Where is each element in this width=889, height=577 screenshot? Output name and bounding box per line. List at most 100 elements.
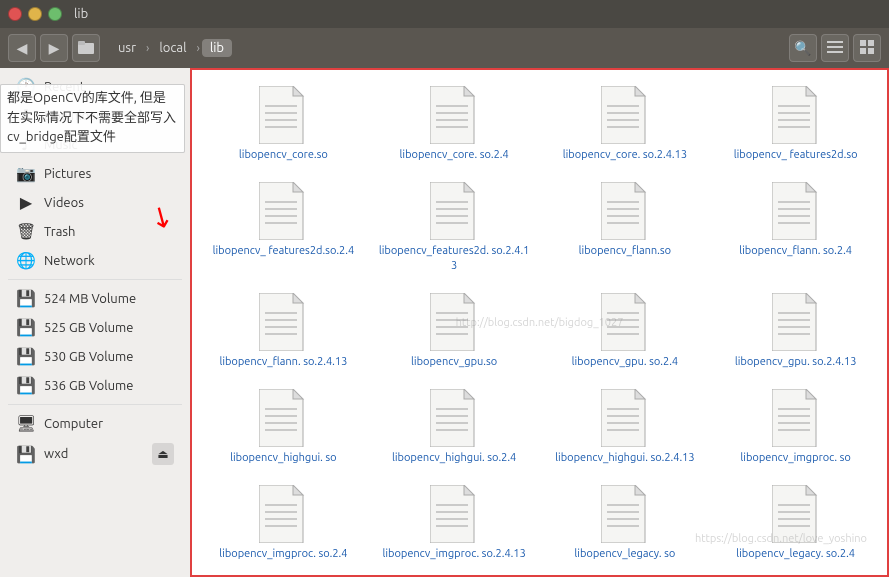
sidebar-item-vol1[interactable]: 💾 524 MB Volume bbox=[4, 284, 186, 313]
sidebar-item-videos[interactable]: ▶ Videos bbox=[4, 188, 186, 217]
computer-icon: 🖥 bbox=[16, 414, 36, 433]
sidebar-item-vol2[interactable]: 💾 525 GB Volume bbox=[4, 313, 186, 342]
file-icon bbox=[601, 389, 649, 447]
file-item[interactable]: libopencv_gpu.so bbox=[373, 287, 536, 375]
list-view-icon bbox=[827, 40, 843, 56]
file-name: libopencv_highgui. so.2.4.13 bbox=[555, 451, 694, 465]
file-item[interactable]: libopencv_legacy. so bbox=[544, 479, 707, 567]
file-name: libopencv_core. so.2.4.13 bbox=[563, 148, 687, 162]
eject-button[interactable]: ⏏ bbox=[152, 443, 174, 465]
list-view-button[interactable] bbox=[821, 34, 849, 62]
sidebar-item-recent[interactable]: 🕐 Recent bbox=[4, 72, 186, 101]
folder-icon bbox=[78, 40, 94, 57]
search-button[interactable]: 🔍 bbox=[789, 34, 817, 62]
sidebar-item-vol3[interactable]: 💾 530 GB Volume bbox=[4, 342, 186, 371]
file-item[interactable]: libopencv_highgui. so.2.4.13 bbox=[544, 383, 707, 471]
recent-icon: 🕐 bbox=[16, 77, 36, 96]
file-name: libopencv_legacy. so bbox=[574, 547, 675, 561]
file-item[interactable]: libopencv_features2d. so.2.4.13 bbox=[373, 176, 536, 279]
back-button[interactable]: ◀ bbox=[8, 34, 36, 62]
main-area: 🕐 Recent 都是OpenCV的库文件, 但是在实际情况下不需要全部写入cv… bbox=[0, 68, 889, 577]
volume-icon-2: 💾 bbox=[16, 318, 36, 337]
file-icon bbox=[259, 485, 307, 543]
toolbar: ◀ ▶ usr › local › lib 🔍 bbox=[0, 28, 889, 68]
file-icon bbox=[430, 86, 478, 144]
forward-button[interactable]: ▶ bbox=[40, 34, 68, 62]
volume-icon-4: 💾 bbox=[16, 376, 36, 395]
file-name: libopencv_ features2d.so.2.4 bbox=[213, 244, 355, 258]
sidebar-item-vol4[interactable]: 💾 536 GB Volume bbox=[4, 371, 186, 400]
file-item[interactable]: libopencv_ features2d.so.2.4 bbox=[202, 176, 365, 279]
volume-icon: 💾 bbox=[16, 289, 36, 308]
sidebar-item-wxd[interactable]: 💾 wxd ⏏ bbox=[4, 438, 186, 470]
file-name: libopencv_flann.so bbox=[579, 244, 671, 258]
window-title: lib bbox=[74, 7, 88, 21]
file-icon bbox=[772, 389, 820, 447]
file-icon bbox=[259, 86, 307, 144]
file-name: libopencv_gpu.so bbox=[411, 355, 497, 369]
breadcrumb-local[interactable]: local bbox=[151, 39, 194, 57]
grid-view-icon bbox=[860, 40, 874, 57]
file-name: libopencv_flann. so.2.4.13 bbox=[219, 355, 347, 369]
file-name: libopencv_features2d. so.2.4.13 bbox=[377, 244, 532, 273]
file-item[interactable]: libopencv_highgui. so.2.4 bbox=[373, 383, 536, 471]
file-item[interactable]: libopencv_flann. so.2.4.13 bbox=[202, 287, 365, 375]
file-name: libopencv_imgproc. so.2.4 bbox=[219, 547, 347, 561]
file-item[interactable]: libopencv_ features2d.so bbox=[714, 80, 877, 168]
file-item[interactable]: libopencv_imgproc. so bbox=[714, 383, 877, 471]
network-icon: 🌐 bbox=[16, 251, 36, 270]
sidebar-item-computer[interactable]: 🖥 Computer bbox=[4, 409, 186, 438]
wxd-icon: 💾 bbox=[16, 445, 36, 464]
trash-icon: 🗑 bbox=[16, 222, 36, 241]
file-item[interactable]: libopencv_flann.so bbox=[544, 176, 707, 279]
file-icon bbox=[601, 182, 649, 240]
file-name: libopencv_imgproc. so.2.4.13 bbox=[382, 547, 525, 561]
forward-icon: ▶ bbox=[49, 40, 60, 57]
music-icon: ♪ bbox=[16, 135, 36, 154]
sidebar-item-downloads[interactable]: ⬇ Downloads bbox=[4, 101, 186, 130]
file-item[interactable]: libopencv_gpu. so.2.4.13 bbox=[714, 287, 877, 375]
file-name: libopencv_legacy. so.2.4 bbox=[736, 547, 855, 561]
sidebar-item-network[interactable]: 🌐 Network bbox=[4, 246, 186, 275]
sidebar-item-pictures[interactable]: 📷 Pictures bbox=[4, 159, 186, 188]
videos-icon: ▶ bbox=[16, 193, 36, 212]
breadcrumb-usr[interactable]: usr bbox=[110, 39, 144, 57]
file-name: libopencv_highgui. so bbox=[230, 451, 337, 465]
file-icon bbox=[259, 293, 307, 351]
breadcrumb-lib[interactable]: lib bbox=[202, 39, 232, 57]
file-icon bbox=[430, 485, 478, 543]
parent-button[interactable] bbox=[72, 34, 100, 62]
close-button[interactable] bbox=[8, 7, 22, 21]
file-area: http://blog.csdn.net/bigdog_1027 https:/… bbox=[190, 68, 889, 577]
sidebar-item-trash[interactable]: 🗑 Trash bbox=[4, 217, 186, 246]
file-item[interactable]: libopencv_core. so.2.4.13 bbox=[544, 80, 707, 168]
sidebar: 🕐 Recent 都是OpenCV的库文件, 但是在实际情况下不需要全部写入cv… bbox=[0, 68, 190, 577]
grid-view-button[interactable] bbox=[853, 34, 881, 62]
sidebar-divider-2 bbox=[8, 404, 182, 405]
file-name: libopencv_imgproc. so bbox=[740, 451, 850, 465]
file-item[interactable]: libopencv_gpu. so.2.4 bbox=[544, 287, 707, 375]
file-icon bbox=[259, 182, 307, 240]
file-name: libopencv_core. so.2.4 bbox=[400, 148, 509, 162]
toolbar-right: 🔍 bbox=[789, 34, 881, 62]
file-item[interactable]: libopencv_legacy. so.2.4 bbox=[714, 479, 877, 567]
sidebar-item-music[interactable]: ♪ Music bbox=[4, 130, 186, 159]
file-icon bbox=[259, 389, 307, 447]
sidebar-divider bbox=[8, 279, 182, 280]
file-icon bbox=[601, 293, 649, 351]
file-item[interactable]: libopencv_imgproc. so.2.4 bbox=[202, 479, 365, 567]
file-icon bbox=[772, 485, 820, 543]
file-name: libopencv_gpu. so.2.4 bbox=[572, 355, 678, 369]
file-item[interactable]: libopencv_highgui. so bbox=[202, 383, 365, 471]
file-icon bbox=[601, 86, 649, 144]
file-item[interactable]: libopencv_core.so bbox=[202, 80, 365, 168]
file-name: libopencv_core.so bbox=[239, 148, 328, 162]
minimize-button[interactable] bbox=[28, 7, 42, 21]
volume-icon-3: 💾 bbox=[16, 347, 36, 366]
downloads-icon: ⬇ bbox=[16, 106, 36, 125]
file-item[interactable]: libopencv_core. so.2.4 bbox=[373, 80, 536, 168]
file-item[interactable]: libopencv_flann. so.2.4 bbox=[714, 176, 877, 279]
maximize-button[interactable] bbox=[48, 7, 62, 21]
file-name: libopencv_ features2d.so bbox=[734, 148, 858, 162]
file-item[interactable]: libopencv_imgproc. so.2.4.13 bbox=[373, 479, 536, 567]
